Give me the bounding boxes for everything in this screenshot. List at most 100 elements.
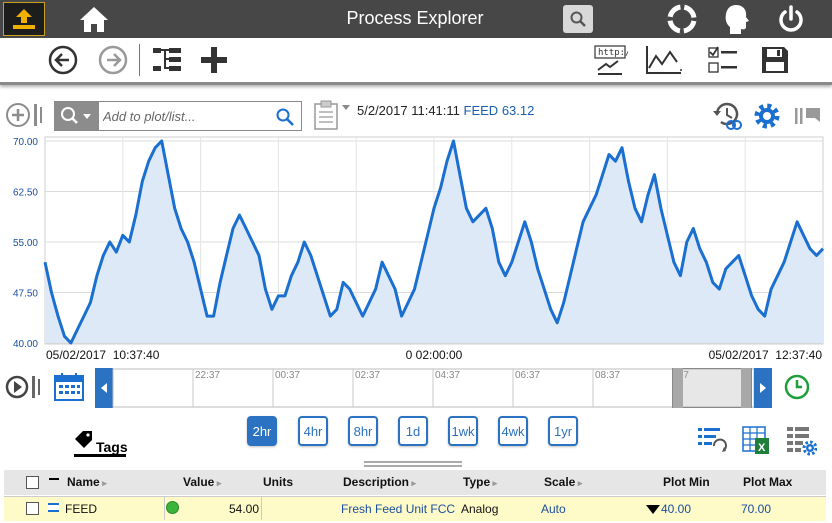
add-plot-button[interactable] <box>4 101 46 129</box>
y-tick-label: 47.50 <box>13 289 38 300</box>
table-settings-button[interactable] <box>784 424 818 456</box>
back-button[interactable] <box>46 43 80 77</box>
timeline-navigator[interactable]: 22:3700:3702:3704:3706:3708:37:37 <box>95 368 772 408</box>
trend-icon <box>646 46 682 74</box>
y-tick-label: 62.50 <box>13 188 38 199</box>
column-header-plot-min[interactable]: Plot Min <box>663 475 710 489</box>
search-submit-button[interactable] <box>274 106 296 128</box>
history-button[interactable] <box>710 100 744 132</box>
tags-tab[interactable]: Tags <box>96 439 128 455</box>
trend-button[interactable] <box>643 42 685 78</box>
column-header-name[interactable]: Name ▸ <box>67 475 107 489</box>
list-refresh-icon <box>698 428 727 452</box>
trend-chart[interactable]: 70.00 62.50 55.00 47.50 40.00 05/02/2017 10:… <box>0 133 832 363</box>
column-header-value[interactable]: Value ▸ <box>183 475 221 489</box>
upload-icon <box>13 9 35 29</box>
help-button[interactable] <box>665 3 699 35</box>
list-refresh-button[interactable] <box>695 424 729 456</box>
cell-name: FEED <box>65 502 98 516</box>
settings-button[interactable] <box>750 99 784 133</box>
checklist-icon <box>708 46 737 73</box>
column-header-plot-max[interactable]: Plot Max <box>743 475 792 489</box>
range-button-1d[interactable]: 1d <box>398 416 428 446</box>
clipboard-icon <box>314 100 350 130</box>
row-color-swatch[interactable] <box>48 503 59 512</box>
timeline-right-handle[interactable] <box>741 368 751 408</box>
range-button-1yr[interactable]: 1yr <box>548 416 578 446</box>
x-axis-label-center: 0 02:00:00 <box>406 348 463 362</box>
hierarchy-icon <box>153 48 181 71</box>
home-icon <box>80 7 108 32</box>
power-button[interactable] <box>774 3 808 35</box>
power-icon <box>779 5 803 32</box>
playback-icon <box>5 375 40 399</box>
plot-search-box <box>54 101 302 131</box>
add-icon <box>201 47 227 73</box>
clipboard-button[interactable] <box>310 99 354 131</box>
playback-button[interactable] <box>4 371 44 403</box>
cell-plot-max[interactable]: 70.00 <box>741 502 771 516</box>
add-button[interactable] <box>197 43 231 77</box>
save-button[interactable] <box>757 42 793 78</box>
scale-dropdown-arrow[interactable] <box>646 505 660 514</box>
home-button[interactable] <box>76 3 112 35</box>
cursor-readout: 5/2/2017 11:41:11 FEED 63.12 <box>357 103 534 118</box>
plot-search-input[interactable] <box>103 106 271 126</box>
x-axis-label-left: 05/02/2017 10:37:40 <box>46 348 160 362</box>
pin-button[interactable] <box>792 103 824 129</box>
svg-text:http://: http:// <box>598 48 628 58</box>
add-plot-icon <box>6 103 42 127</box>
column-header-units[interactable]: Units <box>263 475 293 489</box>
timeline-tick-label: 04:37 <box>435 370 460 381</box>
cell-plot-min[interactable]: 40.00 <box>661 502 691 516</box>
timeline-selection[interactable] <box>672 368 752 408</box>
forward-button[interactable] <box>96 43 130 77</box>
panel-resize-grip[interactable] <box>364 461 462 467</box>
timeline-tick-label: 02:37 <box>355 370 380 381</box>
cell-description: Fresh Feed Unit FCC <box>341 502 456 516</box>
upload-button[interactable] <box>3 2 45 36</box>
cell-scale[interactable]: Auto <box>541 502 566 516</box>
toolbar-divider <box>139 44 140 76</box>
range-button-8hr[interactable]: 8hr <box>348 416 378 446</box>
range-button-4hr[interactable]: 4hr <box>298 416 328 446</box>
column-header-scale[interactable]: Scale ▸ <box>544 475 582 489</box>
pin-icon <box>795 108 820 124</box>
checklist-button[interactable] <box>704 42 742 78</box>
range-button-4wk[interactable]: 4wk <box>498 416 528 446</box>
column-header-type[interactable]: Type ▸ <box>463 475 497 489</box>
excel-export-button[interactable]: X <box>740 424 772 456</box>
range-button-2hr[interactable]: 2hr <box>247 416 277 446</box>
tag-table-header: Name ▸ Value ▸ Units Description ▸ Type … <box>4 470 826 495</box>
timeline-left-handle[interactable] <box>673 368 683 408</box>
column-header-description[interactable]: Description ▸ <box>343 475 416 489</box>
cursor-value: 63.12 <box>501 103 535 118</box>
x-axis-label-right: 05/02/2017 12:37:40 <box>709 348 823 362</box>
range-button-1wk[interactable]: 1wk <box>448 416 478 446</box>
table-row[interactable]: FEED 54.00 Fresh Feed Unit FCC Analog Au… <box>4 496 826 521</box>
back-icon <box>48 45 78 75</box>
title-bar: Process Explorer <box>0 0 832 38</box>
search-button[interactable] <box>563 5 593 33</box>
search-icon <box>61 107 91 124</box>
cursor-timestamp: 5/2/2017 11:41:11 <box>357 103 460 118</box>
row-checkbox[interactable] <box>26 502 39 515</box>
cell-type: Analog <box>461 502 499 516</box>
tag-icon-wrap <box>72 430 96 450</box>
profile-button[interactable] <box>719 2 753 36</box>
search-icon <box>570 11 586 27</box>
tag-icon <box>75 431 92 448</box>
timeline-tick-label: 22:37 <box>195 370 220 381</box>
search-icon <box>276 108 294 126</box>
y-tick-label: 55.00 <box>13 238 38 249</box>
calendar-icon <box>54 373 84 401</box>
tags-tab-underline <box>74 454 126 457</box>
cursor-tag: FEED <box>463 103 499 118</box>
timeline-tick-label: 06:37 <box>515 370 540 381</box>
select-all-checkbox[interactable] <box>26 476 39 489</box>
hierarchy-button[interactable] <box>150 43 184 77</box>
http-button[interactable]: http:// <box>591 42 629 78</box>
now-button[interactable] <box>782 372 812 402</box>
search-mode-dropdown[interactable] <box>55 102 99 130</box>
calendar-button[interactable] <box>52 370 86 404</box>
